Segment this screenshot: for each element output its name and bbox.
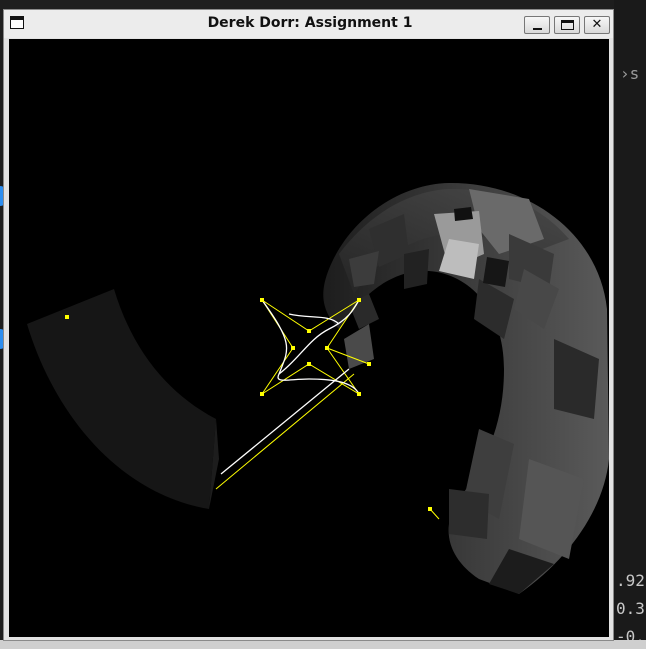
control-point xyxy=(367,362,371,366)
arch-patch xyxy=(404,249,429,289)
minimize-button[interactable] xyxy=(524,16,550,34)
editor-panel-background xyxy=(614,0,646,649)
arch-patch xyxy=(449,489,489,539)
chevron-right-icon: ›s xyxy=(620,64,640,83)
editor-code-line: .92 xyxy=(616,571,645,590)
control-point xyxy=(307,329,311,333)
maximize-icon xyxy=(561,20,574,30)
control-polygon xyxy=(215,299,370,490)
close-button[interactable]: ✕ xyxy=(584,16,610,34)
control-point xyxy=(357,298,361,302)
opengl-viewport[interactable] xyxy=(9,39,609,637)
arch-dark-rect xyxy=(483,257,509,287)
control-point xyxy=(65,315,69,319)
maximize-button[interactable] xyxy=(554,16,580,34)
control-point xyxy=(260,298,264,302)
control-point xyxy=(260,392,264,396)
control-point xyxy=(325,346,329,350)
rendered-scene xyxy=(27,182,609,594)
app-window: Derek Dorr: Assignment 1 ✕ xyxy=(3,9,614,641)
title-bar[interactable]: Derek Dorr: Assignment 1 ✕ xyxy=(4,10,613,38)
control-point xyxy=(291,346,295,350)
control-segment xyxy=(429,508,440,520)
arch-dark-rect xyxy=(454,207,473,221)
editor-code-line: 0.3 xyxy=(616,599,645,618)
control-point xyxy=(307,362,311,366)
taskbar-strip xyxy=(0,640,646,649)
left-surface-band xyxy=(27,289,216,509)
minimize-icon xyxy=(533,28,542,30)
control-point xyxy=(357,392,361,396)
close-icon: ✕ xyxy=(591,17,603,32)
